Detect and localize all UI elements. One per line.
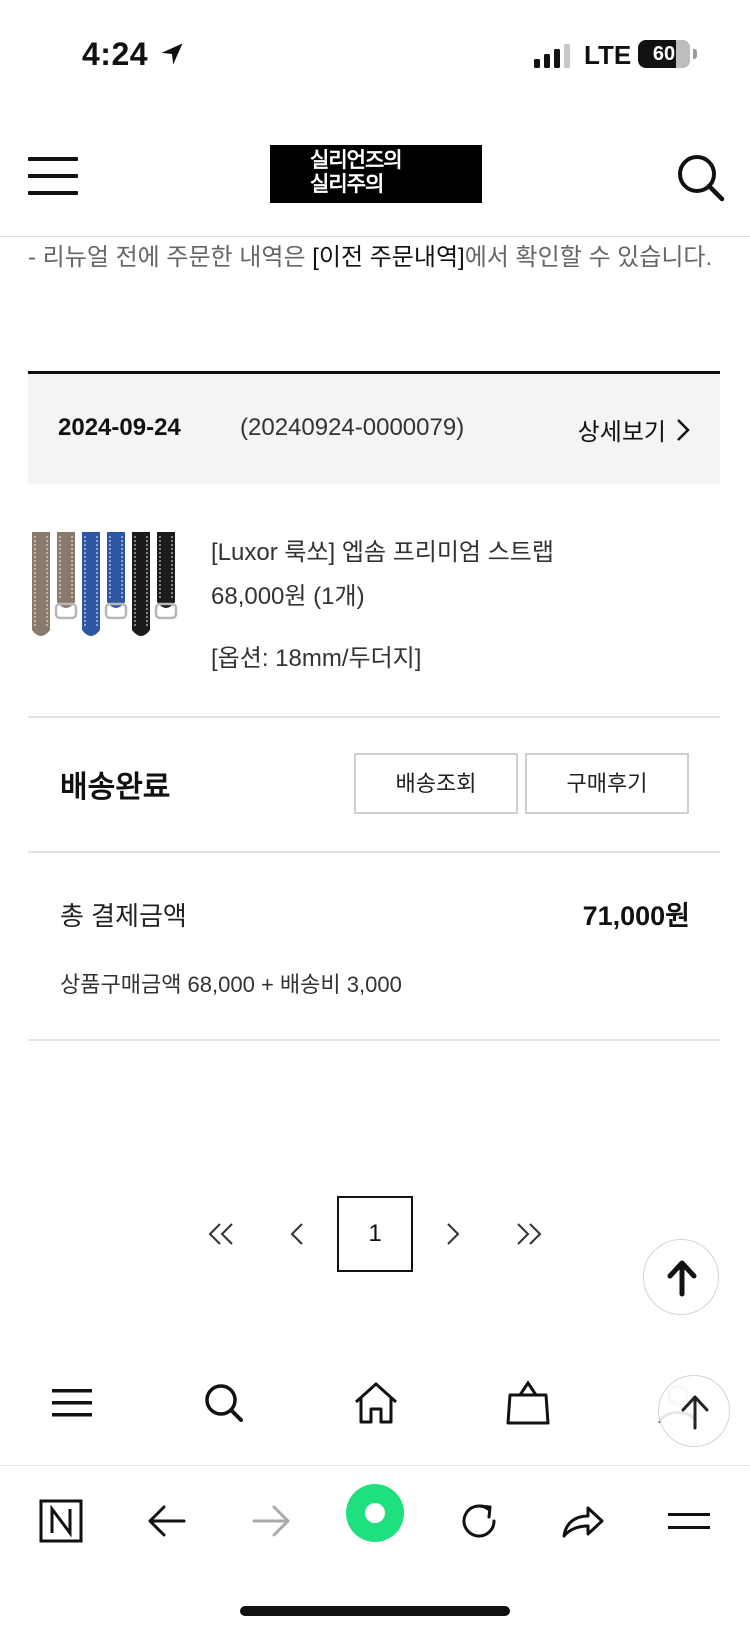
menu-icon[interactable]: [44, 1375, 100, 1431]
green-dot-icon[interactable]: [346, 1484, 404, 1542]
scroll-top-button[interactable]: [643, 1239, 719, 1315]
payment-total-amount: 71,000원: [582, 901, 690, 931]
search-icon[interactable]: [196, 1375, 252, 1431]
battery-icon: 60: [638, 40, 697, 68]
order-date: 2024-09-24: [58, 414, 181, 441]
home-indicator: [240, 1606, 510, 1616]
order-header: 2024-09-24 (20240924-0000079) 상세보기: [28, 371, 720, 484]
logo-line2: 실리주의: [310, 173, 384, 196]
product-thumbnail[interactable]: [28, 530, 188, 650]
order-number: (20240924-0000079): [240, 414, 465, 441]
order-product[interactable]: [Luxor 룩쏘] 엡솜 프리미엄 스트랩 68,000원 (1개) [옵션:…: [28, 530, 720, 716]
order-detail-link[interactable]: 상세보기: [578, 412, 690, 447]
previous-orders-link[interactable]: [이전 주문내역]: [312, 244, 464, 271]
pagination: 1: [0, 1196, 750, 1272]
divider: [28, 716, 720, 718]
divider: [28, 851, 720, 853]
renewal-notice: - 리뉴얼 전에 주문한 내역은 [이전 주문내역]에서 확인할 수 있습니다.: [28, 240, 718, 276]
browser-toolbar: [0, 1465, 750, 1626]
naver-icon[interactable]: [36, 1496, 86, 1546]
chevron-right-icon: [677, 418, 690, 441]
share-icon[interactable]: [558, 1496, 608, 1546]
bottom-nav: [0, 1375, 750, 1465]
product-name[interactable]: [Luxor 룩쏘] 엡솜 프리미엄 스트랩: [211, 532, 554, 567]
payment-breakdown: 상품구매금액 68,000 + 배송비 3,000: [60, 972, 402, 997]
detail-label: 상세보기: [577, 419, 666, 446]
bag-icon[interactable]: [500, 1375, 556, 1431]
home-icon[interactable]: [348, 1375, 404, 1431]
logo-line1: 실리언즈의: [310, 149, 403, 172]
signal-icon: [534, 44, 570, 68]
status-time: 4:24: [82, 36, 149, 72]
status-bar: 4:24 LTE 60: [0, 0, 750, 110]
network-label: LTE: [584, 40, 632, 70]
product-option: [옵션: 18mm/두더지]: [211, 645, 422, 672]
site-header: 실리언즈의 실리주의: [0, 115, 750, 237]
write-review-button[interactable]: 구매후기: [525, 753, 689, 814]
product-price: 68,000원 (1개): [211, 583, 365, 610]
arrow-up-icon: [667, 1260, 697, 1297]
first-page-icon[interactable]: [200, 1212, 244, 1256]
location-arrow-icon: [161, 43, 183, 65]
track-delivery-button[interactable]: 배송조회: [354, 753, 518, 814]
notice-prefix: - 리뉴얼 전에 주문한 내역은: [28, 244, 313, 271]
scroll-top-floating-button[interactable]: [658, 1375, 730, 1447]
menu-icon[interactable]: [664, 1496, 714, 1546]
battery-level: 60: [652, 43, 676, 65]
back-icon[interactable]: [142, 1496, 192, 1546]
divider: [28, 1039, 720, 1041]
search-icon[interactable]: [676, 153, 726, 203]
site-logo[interactable]: 실리언즈의 실리주의: [270, 145, 482, 203]
reload-icon[interactable]: [454, 1496, 504, 1546]
last-page-icon[interactable]: [506, 1212, 550, 1256]
menu-button[interactable]: [28, 155, 78, 197]
payment-total-label: 총 결제금액: [60, 901, 187, 931]
next-page-icon[interactable]: [430, 1212, 474, 1256]
forward-icon[interactable]: [246, 1496, 296, 1546]
notice-suffix: 에서 확인할 수 있습니다.: [464, 244, 713, 271]
current-page[interactable]: 1: [337, 1196, 413, 1272]
prev-page-icon[interactable]: [276, 1212, 320, 1256]
delivery-status: 배송완료: [60, 771, 171, 804]
arrow-up-icon: [681, 1395, 709, 1430]
